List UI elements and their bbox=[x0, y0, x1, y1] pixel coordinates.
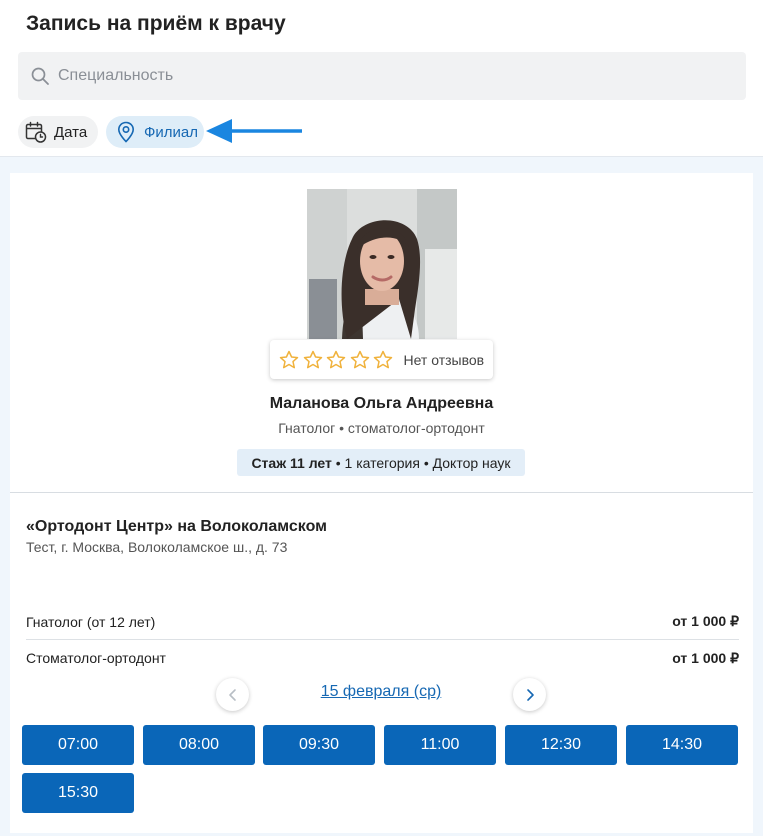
chevron-left-icon bbox=[228, 688, 236, 701]
doctor-photo bbox=[307, 189, 457, 339]
results-area: Нет отзывов Маланова Ольга Андреевна Гна… bbox=[0, 157, 763, 836]
time-slot-button[interactable]: 15:30 bbox=[22, 773, 134, 813]
next-date-button[interactable] bbox=[513, 678, 546, 711]
clinic-address: Тест, г. Москва, Волоколамское ш., д. 73 bbox=[26, 539, 288, 555]
doctor-specialties: Гнатолог • стоматолог-ортодонт bbox=[278, 420, 485, 436]
star-icon bbox=[303, 350, 322, 368]
page-title: Запись на приём к врачу bbox=[26, 12, 286, 35]
location-pin-icon bbox=[117, 121, 135, 143]
filter-date-label: Дата bbox=[54, 123, 88, 141]
specialty-search-input[interactable] bbox=[58, 67, 718, 85]
service-name: Стоматолог-ортодонт bbox=[26, 650, 166, 666]
service-name: Гнатолог (от 12 лет) bbox=[26, 613, 156, 630]
service-row: Стоматолог-ортодонт от 1 000 ₽ bbox=[26, 640, 739, 676]
time-slot-button[interactable]: 11:00 bbox=[384, 725, 496, 765]
filter-date-button[interactable]: Дата bbox=[18, 116, 98, 148]
time-slot-button[interactable]: 08:00 bbox=[143, 725, 255, 765]
rating-box: Нет отзывов bbox=[270, 340, 493, 379]
service-row: Гнатолог (от 12 лет) от 1 000 ₽ bbox=[26, 604, 739, 640]
search-bar[interactable] bbox=[18, 52, 746, 100]
selected-date-link[interactable]: 15 февраля (ср) bbox=[250, 683, 512, 701]
time-slot-button[interactable]: 14:30 bbox=[626, 725, 738, 765]
chevron-right-icon bbox=[526, 688, 534, 701]
star-icon bbox=[326, 350, 346, 368]
reviews-text: Нет отзывов bbox=[403, 351, 485, 368]
filter-branch-button[interactable]: Филиал bbox=[106, 116, 204, 148]
search-icon bbox=[31, 67, 49, 85]
prev-date-button[interactable] bbox=[216, 678, 249, 711]
experience-years: Стаж 11 лет bbox=[251, 454, 332, 471]
star-icon bbox=[279, 350, 299, 368]
time-slot-button[interactable]: 09:30 bbox=[263, 725, 375, 765]
calendar-clock-icon bbox=[25, 121, 47, 143]
experience-details: • 1 категория • Доктор наук bbox=[331, 454, 511, 471]
pointer-arrow-icon bbox=[206, 119, 302, 143]
card-divider bbox=[10, 492, 753, 493]
doctor-card: Нет отзывов Маланова Ольга Андреевна Гна… bbox=[10, 173, 753, 833]
experience-badge: Стаж 11 лет • 1 категория • Доктор наук bbox=[237, 449, 525, 476]
time-slot-button[interactable]: 07:00 bbox=[22, 725, 134, 765]
service-price: от 1 000 ₽ bbox=[672, 649, 739, 666]
filter-branch-label: Филиал bbox=[144, 123, 199, 141]
clinic-name: «Ортодонт Центр» на Волоколамском bbox=[26, 518, 327, 535]
time-slot-button[interactable]: 12:30 bbox=[505, 725, 617, 765]
doctor-name[interactable]: Маланова Ольга Андреевна bbox=[10, 395, 753, 413]
star-icon bbox=[373, 350, 393, 368]
service-price: от 1 000 ₽ bbox=[672, 613, 739, 629]
page-header: Запись на приём к врачу Дата Филиал bbox=[0, 0, 763, 157]
rating-stars bbox=[279, 350, 397, 370]
star-icon bbox=[350, 350, 369, 368]
